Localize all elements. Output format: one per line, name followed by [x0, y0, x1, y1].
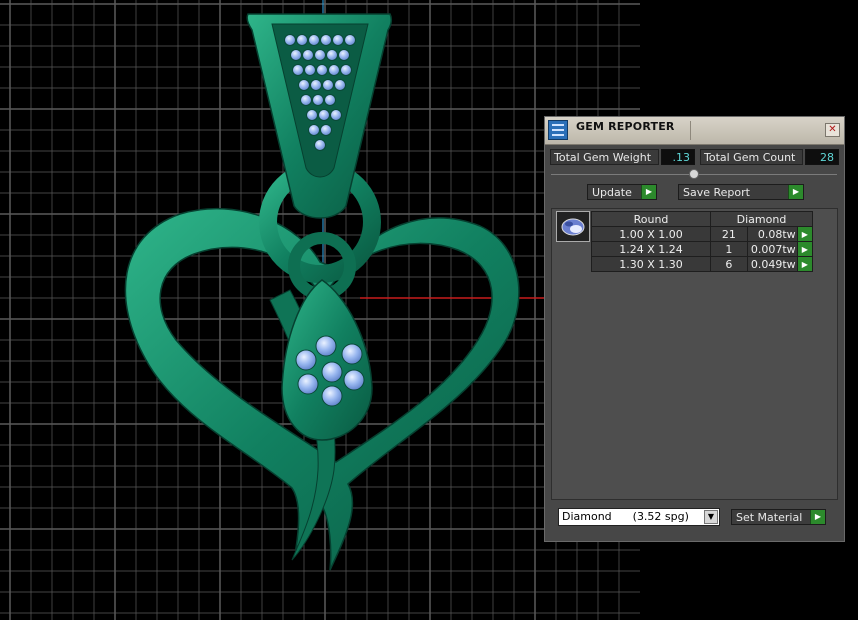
- save-report-go-icon: ▶: [788, 185, 803, 199]
- gem-stone: [297, 373, 319, 395]
- round-gem-icon[interactable]: [556, 211, 590, 242]
- gem-weight-cell: 0.08tw: [746, 226, 798, 242]
- set-material-button[interactable]: Set Material ▶: [731, 509, 826, 525]
- gem-stone: [295, 349, 317, 371]
- gem-weight-cell: 0.007tw: [746, 241, 798, 257]
- row-go-icon[interactable]: ▶: [796, 256, 814, 272]
- total-gem-weight-value: .13: [661, 149, 695, 165]
- gem-stone: [298, 79, 310, 91]
- gem-stone: [316, 64, 328, 76]
- gem-stone: [321, 385, 343, 407]
- update-button[interactable]: Update ▶: [587, 184, 657, 200]
- gem-size-cell: 1.24 X 1.24: [591, 241, 711, 257]
- gem-stone: [312, 94, 324, 106]
- close-button[interactable]: ✕: [825, 123, 840, 137]
- shape-header: Round: [591, 211, 711, 227]
- total-gem-count-label: Total Gem Count: [700, 149, 803, 165]
- gem-weight-cell: 0.049tw: [746, 256, 798, 272]
- table-row[interactable]: 1.24 X 1.24 1 0.007tw ▶: [591, 241, 814, 257]
- gem-stone: [338, 49, 350, 61]
- gem-size-cell: 1.00 X 1.00: [591, 226, 711, 242]
- gem-stone: [344, 34, 356, 46]
- total-gem-weight-label: Total Gem Weight: [550, 149, 659, 165]
- update-go-icon: ▶: [641, 185, 656, 199]
- gem-stone: [304, 64, 316, 76]
- row-go-icon[interactable]: ▶: [796, 226, 814, 242]
- gem-stone: [318, 109, 330, 121]
- title-separator: [690, 121, 691, 140]
- gem-stone: [332, 34, 344, 46]
- gem-stone: [314, 49, 326, 61]
- gem-stone: [284, 34, 296, 46]
- gem-stone: [330, 109, 342, 121]
- save-report-button[interactable]: Save Report ▶: [678, 184, 804, 200]
- pendant-model[interactable]: [124, 13, 520, 571]
- panel-title: GEM REPORTER: [576, 120, 675, 133]
- gem-stone: [300, 94, 312, 106]
- gem-stone: [341, 343, 363, 365]
- gem-reporter-icon: [548, 120, 568, 140]
- gem-count-cell: 1: [710, 241, 748, 257]
- gem-stone: [334, 79, 346, 91]
- gem-stone: [320, 124, 332, 136]
- gem-stone: [314, 139, 326, 151]
- total-gem-count-value: 28: [805, 149, 839, 165]
- set-material-go-icon: ▶: [810, 510, 825, 524]
- material-select-value: Diamond (3.52 spg): [562, 510, 689, 523]
- gem-stone: [310, 79, 322, 91]
- gem-count-cell: 21: [710, 226, 748, 242]
- gem-stone: [292, 64, 304, 76]
- gem-stone: [322, 79, 334, 91]
- gem-reporter-panel: GEM REPORTER ✕ Total Gem Weight .13 Tota…: [544, 116, 845, 542]
- gem-stone: [296, 34, 308, 46]
- save-report-button-label: Save Report: [683, 186, 750, 199]
- gem-stone: [308, 124, 320, 136]
- gem-stone: [328, 64, 340, 76]
- gem-table: Round Diamond 1.00 X 1.00 21 0.08tw ▶ 1.…: [591, 211, 814, 272]
- table-row[interactable]: 1.30 X 1.30 6 0.049tw ▶: [591, 256, 814, 272]
- update-button-label: Update: [592, 186, 632, 199]
- panel-titlebar[interactable]: GEM REPORTER ✕: [545, 117, 844, 145]
- gem-list-area: Round Diamond 1.00 X 1.00 21 0.08tw ▶ 1.…: [551, 208, 838, 500]
- gem-stone: [321, 361, 343, 383]
- slider-thumb[interactable]: [689, 169, 699, 179]
- chevron-down-icon[interactable]: ▼: [704, 510, 718, 524]
- gem-stone: [290, 49, 302, 61]
- gem-stone: [320, 34, 332, 46]
- gem-stone: [302, 49, 314, 61]
- row-go-icon[interactable]: ▶: [796, 241, 814, 257]
- gem-stone: [340, 64, 352, 76]
- gem-stone: [308, 34, 320, 46]
- material-select[interactable]: Diamond (3.52 spg) ▼: [558, 508, 720, 526]
- gem-table-header: Round Diamond: [591, 211, 813, 227]
- gem-stone: [326, 49, 338, 61]
- set-material-button-label: Set Material: [736, 511, 803, 524]
- material-header: Diamond: [710, 211, 813, 227]
- gem-size-cell: 1.30 X 1.30: [591, 256, 711, 272]
- gem-stone: [306, 109, 318, 121]
- gem-stone: [324, 94, 336, 106]
- gem-stone: [315, 335, 337, 357]
- gem-stone: [343, 369, 365, 391]
- gem-count-cell: 6: [710, 256, 748, 272]
- table-row[interactable]: 1.00 X 1.00 21 0.08tw ▶: [591, 226, 814, 242]
